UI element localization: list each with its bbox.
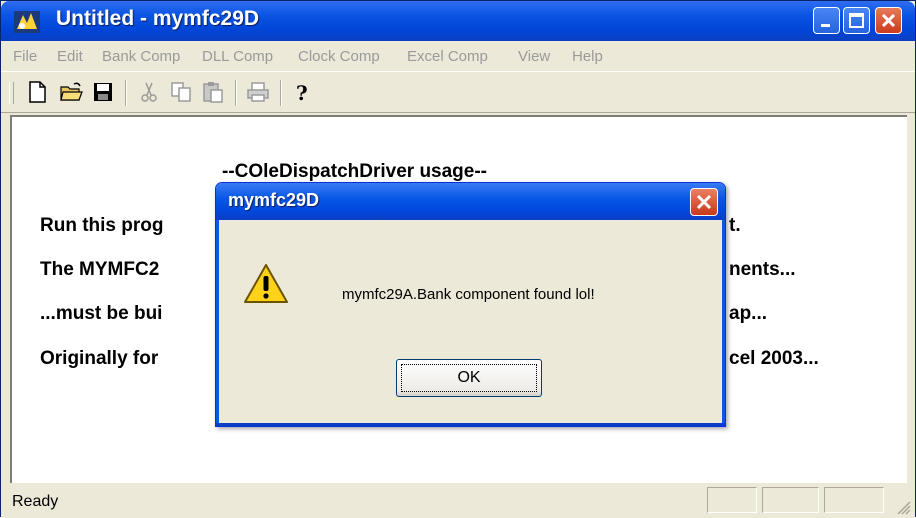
copy-icon[interactable]: [169, 80, 193, 104]
text-line: cel 2003...: [729, 348, 819, 369]
new-file-icon[interactable]: [25, 80, 49, 104]
print-icon[interactable]: [246, 80, 270, 104]
menu-file[interactable]: File: [13, 48, 37, 65]
dialog-title-bar[interactable]: mymfc29D: [216, 183, 725, 220]
dialog-close-button[interactable]: [690, 188, 718, 216]
dialog-message: mymfc29A.Bank component found lol!: [342, 286, 595, 303]
warning-icon: [244, 264, 288, 303]
toolbar-separator: [125, 80, 127, 106]
status-bar: Ready: [1, 483, 915, 518]
dialog-frame-left: [216, 220, 219, 426]
menu-bar: File Edit Bank Comp DLL Comp Clock Comp …: [1, 41, 915, 71]
menu-dll-comp[interactable]: DLL Comp: [202, 48, 273, 65]
open-folder-icon[interactable]: [59, 80, 83, 104]
toolbar: ?: [1, 71, 915, 113]
toolbar-separator: [235, 80, 237, 106]
menu-edit[interactable]: Edit: [57, 48, 83, 65]
status-pane: [824, 487, 884, 513]
paste-icon[interactable]: [201, 80, 225, 104]
resize-grip-icon[interactable]: [895, 499, 911, 515]
toolbar-separator: [280, 80, 282, 106]
status-pane: [707, 487, 757, 513]
status-text: Ready: [12, 493, 59, 510]
close-button[interactable]: [875, 7, 902, 34]
close-icon: [696, 194, 712, 210]
message-dialog: mymfc29D mymfc29A.Bank component found l…: [215, 182, 726, 427]
save-icon[interactable]: [91, 80, 115, 104]
text-line: t.: [729, 215, 741, 236]
close-icon: [881, 13, 896, 28]
heading-text: --COleDispatchDriver usage--: [222, 161, 488, 182]
maximize-button[interactable]: [843, 7, 870, 34]
menu-help[interactable]: Help: [572, 48, 603, 65]
toolbar-grip[interactable]: [9, 82, 14, 104]
menu-clock-comp[interactable]: Clock Comp: [298, 48, 380, 65]
menu-view[interactable]: View: [518, 48, 550, 65]
minimize-icon: [821, 24, 830, 27]
ok-button[interactable]: OK: [396, 359, 542, 397]
app-icon: [14, 11, 40, 33]
svg-text:?: ?: [296, 81, 308, 104]
text-line: ...must be bui: [40, 303, 163, 324]
text-line: Run this prog: [40, 215, 164, 236]
window-title: Untitled - mymfc29D: [56, 7, 260, 30]
ok-button-label: OK: [401, 364, 537, 392]
maximize-icon: [849, 13, 864, 28]
dialog-frame-right: [722, 220, 725, 426]
text-line: ap...: [729, 303, 768, 324]
cut-icon[interactable]: [137, 80, 161, 104]
minimize-button[interactable]: [813, 7, 840, 34]
text-line: Originally for: [40, 348, 159, 369]
title-bar[interactable]: Untitled - mymfc29D: [1, 1, 915, 41]
dialog-frame-bottom: [216, 423, 725, 426]
help-icon[interactable]: ?: [290, 80, 314, 104]
text-line: The MYMFC2: [40, 259, 160, 280]
status-pane: [762, 487, 819, 513]
menu-excel-comp[interactable]: Excel Comp: [407, 48, 488, 65]
menu-bank-comp[interactable]: Bank Comp: [102, 48, 180, 65]
text-line: nents...: [729, 259, 796, 280]
dialog-title: mymfc29D: [228, 190, 320, 210]
